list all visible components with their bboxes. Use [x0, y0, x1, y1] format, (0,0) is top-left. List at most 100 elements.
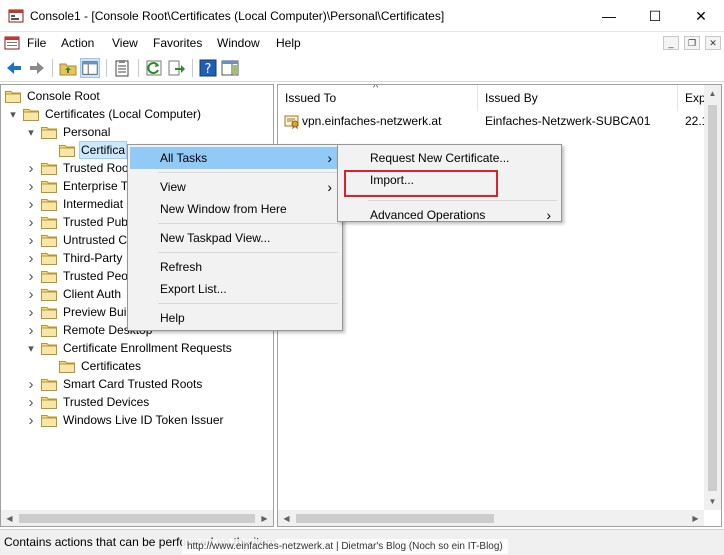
submenu-item-request-new-certificate[interactable]: Request New Certificate... [340, 147, 559, 169]
help-icon[interactable]: ? [198, 58, 218, 78]
menu-view[interactable]: View [112, 36, 138, 50]
tree-item[interactable]: › Third-Party [25, 249, 124, 267]
expanded-chevron-icon[interactable]: ▾ [7, 105, 19, 123]
tree-item[interactable]: › Untrusted C [25, 231, 129, 249]
collapsed-chevron-icon[interactable]: › [25, 393, 37, 411]
submenu-item-advanced-operations[interactable]: Advanced Operations › [340, 204, 559, 226]
tree-item[interactable]: › Preview Bui [25, 303, 128, 321]
collapsed-chevron-icon[interactable]: › [25, 303, 37, 321]
menu-item-view[interactable]: View › [130, 176, 340, 198]
scroll-right-arrow-icon[interactable]: ▶ [256, 510, 273, 526]
scroll-left-arrow-icon[interactable]: ◀ [1, 510, 18, 526]
back-arrow-icon[interactable] [4, 58, 24, 78]
all-tasks-submenu: Request New Certificate... Import... Advan… [337, 144, 562, 223]
refresh-icon[interactable] [144, 58, 164, 78]
menu-item-refresh[interactable]: Refresh [130, 256, 340, 278]
mdi-close-button[interactable]: ✕ [705, 36, 721, 50]
collapsed-chevron-icon[interactable]: › [25, 231, 37, 249]
tree-item[interactable]: › Smart Card Trusted Roots [25, 375, 204, 393]
collapsed-chevron-icon[interactable]: › [25, 285, 37, 303]
tree-item[interactable]: Certifica [43, 141, 128, 159]
folder-icon [59, 360, 75, 373]
tree-item-label: Certificate Enrollment Requests [63, 341, 232, 355]
collapsed-chevron-icon[interactable]: › [25, 267, 37, 285]
tree-item[interactable]: › Client Auth [25, 285, 123, 303]
folder-icon [41, 216, 57, 229]
up-folder-icon[interactable] [58, 58, 78, 78]
console-document-icon[interactable] [4, 35, 20, 51]
menu-file[interactable]: File [27, 36, 46, 50]
tree-item-label: Untrusted C [63, 233, 128, 247]
cell-issued-by: Einfaches-Netzwerk-SUBCA01 [485, 114, 651, 128]
menu-action[interactable]: Action [61, 36, 94, 50]
expanded-chevron-icon[interactable]: ▾ [25, 339, 37, 357]
menu-item-label: View [160, 180, 186, 194]
submenu-arrow-icon: › [327, 150, 332, 166]
toolbar-separator [138, 59, 139, 77]
folder-icon [41, 252, 57, 265]
expanded-chevron-icon[interactable]: ▾ [25, 123, 37, 141]
menu-item-export-list[interactable]: Export List... [130, 278, 340, 300]
folder-icon [41, 414, 57, 427]
tree-item[interactable]: › Trusted Peo [25, 267, 130, 285]
menu-separator [158, 223, 338, 224]
tree-item[interactable]: ▾ Certificate Enrollment Requests [25, 339, 234, 357]
close-button[interactable]: ✕ [678, 0, 724, 32]
collapsed-chevron-icon[interactable]: › [25, 321, 37, 339]
scroll-right-arrow-icon[interactable]: ▶ [687, 510, 704, 526]
collapsed-chevron-icon[interactable]: › [25, 411, 37, 429]
collapsed-chevron-icon[interactable]: › [25, 375, 37, 393]
scrollbar-thumb[interactable] [708, 105, 717, 491]
tree-item[interactable]: Console Root [5, 87, 102, 105]
window-title: Console1 - [Console Root\Certificates (L… [30, 9, 445, 23]
menu-item-new-window-from-here[interactable]: New Window from Here [130, 198, 340, 220]
scrollbar-thumb[interactable] [19, 514, 255, 523]
scroll-left-arrow-icon[interactable]: ◀ [278, 510, 295, 526]
show-action-pane-icon[interactable] [220, 58, 240, 78]
cell-issued-to: vpn.einfaches-netzwerk.at [302, 114, 442, 128]
menu-item-help[interactable]: Help [130, 307, 340, 329]
tree-item[interactable]: › Trusted Roo [25, 159, 131, 177]
tree-item-label: Trusted Devices [63, 395, 150, 409]
list-vertical-scrollbar[interactable]: ▲ ▼ [704, 85, 721, 510]
mdi-restore-button[interactable]: ❐ [684, 36, 700, 50]
minimize-button[interactable]: — [586, 0, 632, 32]
collapsed-chevron-icon[interactable]: › [25, 195, 37, 213]
scrollbar-thumb[interactable] [296, 514, 494, 523]
tree-item[interactable]: › Trusted Pub [25, 213, 130, 231]
tree-item[interactable]: › Intermediat [25, 195, 125, 213]
show-hide-tree-icon[interactable] [80, 58, 100, 78]
collapsed-chevron-icon[interactable]: › [25, 177, 37, 195]
menu-favorites[interactable]: Favorites [153, 36, 202, 50]
scroll-up-arrow-icon[interactable]: ▲ [704, 85, 721, 102]
export-list-icon[interactable] [166, 58, 186, 78]
tree-item-label: Intermediat [63, 197, 124, 211]
tree-item-label: Enterprise T [63, 179, 129, 193]
tree-horizontal-scrollbar[interactable]: ◀ ▶ [1, 510, 273, 526]
collapsed-chevron-icon[interactable]: › [25, 159, 37, 177]
collapsed-chevron-icon[interactable]: › [25, 213, 37, 231]
tree-item-label: Trusted Pub [63, 215, 128, 229]
menu-item-all-tasks[interactable]: All Tasks › [130, 147, 340, 169]
tree-item[interactable]: › Trusted Devices [25, 393, 151, 411]
tree-item[interactable]: › Enterprise T [25, 177, 130, 195]
column-header-issued-by[interactable]: Issued By [478, 85, 678, 111]
properties-icon[interactable] [112, 58, 132, 78]
scroll-down-arrow-icon[interactable]: ▼ [704, 493, 721, 510]
tree-item-label: Trusted Roo [63, 161, 129, 175]
maximize-button[interactable]: ☐ [632, 0, 678, 32]
folder-icon [41, 198, 57, 211]
forward-arrow-icon[interactable] [27, 58, 47, 78]
tree-item[interactable]: ▾ Personal [25, 123, 112, 141]
tree-item[interactable]: Certificates [43, 357, 143, 375]
menu-item-label: New Taskpad View... [160, 231, 271, 245]
collapsed-chevron-icon[interactable]: › [25, 249, 37, 267]
tree-item[interactable]: › Windows Live ID Token Issuer [25, 411, 226, 429]
menu-window[interactable]: Window [217, 36, 260, 50]
folder-icon [5, 90, 21, 103]
mdi-minimize-button[interactable]: _ [663, 36, 679, 50]
list-horizontal-scrollbar[interactable]: ◀ ▶ [278, 510, 704, 526]
menu-help[interactable]: Help [276, 36, 301, 50]
menu-item-new-taskpad-view[interactable]: New Taskpad View... [130, 227, 340, 249]
tree-item[interactable]: ▾ Certificates (Local Computer) [7, 105, 203, 123]
